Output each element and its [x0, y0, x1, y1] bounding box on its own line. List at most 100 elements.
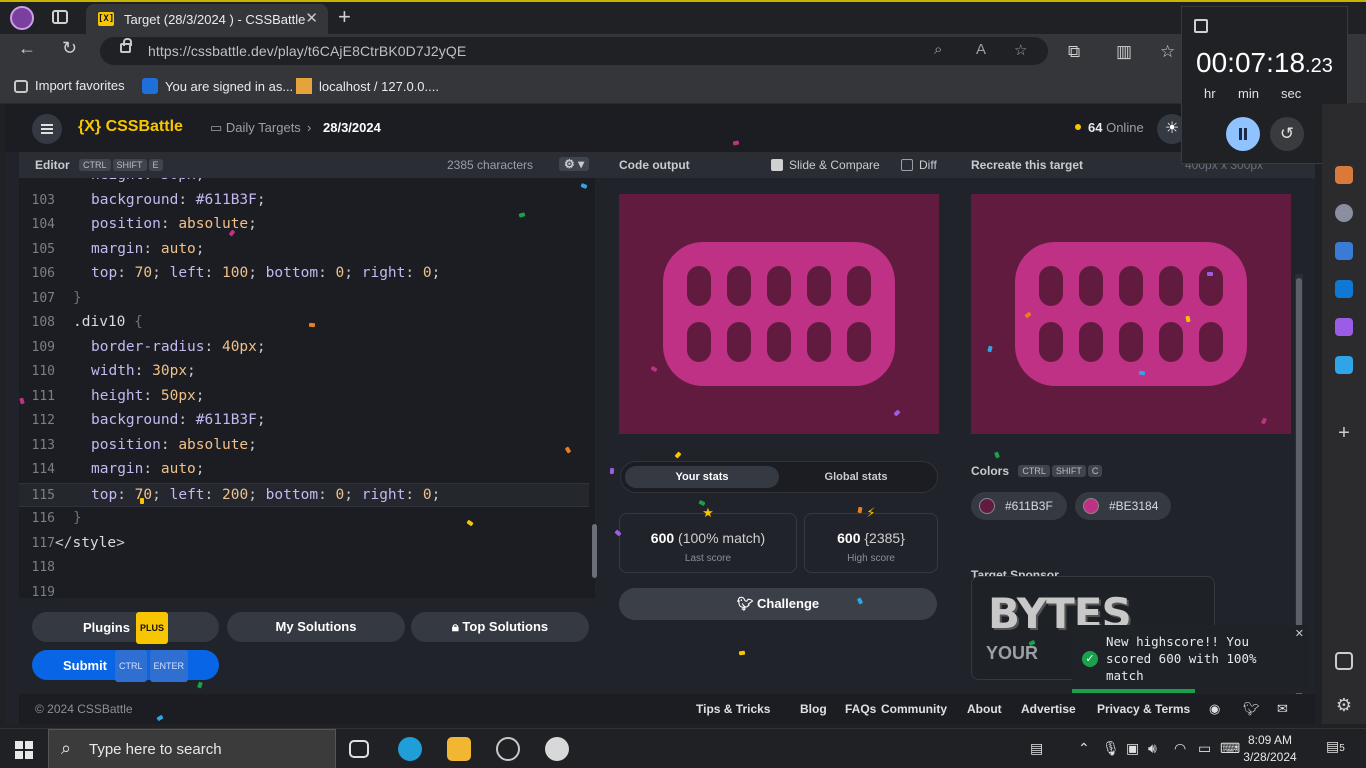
back-icon[interactable]: ←: [18, 38, 36, 59]
expand-icon[interactable]: [1194, 19, 1208, 33]
add-icon[interactable]: +: [1335, 423, 1353, 443]
microphone-icon[interactable]: 🎙︎: [1102, 740, 1120, 757]
slide-compare-toggle[interactable]: Slide & Compare: [771, 158, 880, 172]
code-line[interactable]: 110 width: 30px;: [19, 360, 589, 384]
profile-avatar[interactable]: [10, 6, 34, 30]
close-icon[interactable]: ✕: [1295, 627, 1304, 640]
people-icon[interactable]: [1335, 204, 1353, 222]
favorites-icon[interactable]: ☆: [1160, 42, 1175, 62]
challenge-button[interactable]: 🐦︎ Challenge: [619, 588, 937, 620]
browser-tab-active[interactable]: [X] Target (28/3/2024 ) - CSSBattle ✕: [86, 4, 328, 36]
discord-icon[interactable]: ◉: [1209, 701, 1220, 717]
chevron-up-icon[interactable]: ⌃: [1078, 740, 1090, 757]
wifi-icon[interactable]: ◠: [1174, 740, 1186, 757]
breadcrumb-daily-targets[interactable]: ▭ Daily Targets: [210, 120, 301, 136]
shopping-icon[interactable]: [1335, 166, 1353, 184]
plugins-button[interactable]: Plugins PLUS: [32, 612, 219, 644]
pause-button[interactable]: [1226, 117, 1260, 151]
cssbattle-logo[interactable]: {X} CSSBattle: [78, 118, 183, 136]
notifications-icon[interactable]: ▤5: [1326, 738, 1345, 755]
favorite-star-icon[interactable]: ☆: [1014, 41, 1027, 59]
footer-link-blog[interactable]: Blog: [800, 702, 827, 716]
code-line[interactable]: 114 margin: auto;: [19, 458, 589, 482]
url-text[interactable]: https://cssbattle.dev/play/t6CAjE8CtrBK0…: [148, 43, 466, 59]
code-line[interactable]: 107}: [19, 287, 589, 311]
code-line[interactable]: 105 margin: auto;: [19, 238, 589, 262]
battery-icon[interactable]: ▭: [1198, 740, 1211, 757]
outlook-icon[interactable]: [1335, 280, 1353, 298]
twitter-icon[interactable]: 🐦︎: [1243, 701, 1260, 717]
taskbar-search[interactable]: ⌕ Type here to search: [48, 729, 336, 768]
my-solutions-button[interactable]: My Solutions: [227, 612, 405, 642]
recorder-icon[interactable]: [496, 737, 520, 761]
menu-button[interactable]: [32, 114, 62, 144]
editor-settings-icon[interactable]: ⚙ ▾: [559, 157, 590, 171]
taskbar-clock[interactable]: 8:09 AM 3/28/2024: [1236, 732, 1304, 766]
footer-link-community[interactable]: Community: [881, 702, 947, 716]
editor-scrollbar[interactable]: [592, 524, 597, 578]
settings-icon[interactable]: ⚙: [1335, 696, 1353, 714]
footer-link-faqs[interactable]: FAQs: [845, 702, 876, 716]
favorite-signed-in[interactable]: You are signed in as...: [142, 78, 293, 94]
code-line[interactable]: 108 .div10 {: [19, 311, 589, 335]
designer-icon[interactable]: [1335, 318, 1353, 336]
favorite-import[interactable]: Import favorites: [14, 78, 125, 93]
read-aloud-icon[interactable]: A: [976, 41, 986, 58]
code-line[interactable]: 117 </style>: [19, 532, 589, 556]
windows-start-icon[interactable]: [15, 741, 33, 759]
code-line[interactable]: 104 position: absolute;: [19, 213, 589, 237]
color-swatch-dark[interactable]: #611B3F: [971, 492, 1067, 520]
copilot-icon[interactable]: [1335, 242, 1353, 260]
close-tab-icon[interactable]: ✕: [305, 9, 318, 27]
volume-icon[interactable]: 🔊︎: [1148, 740, 1157, 757]
code-line[interactable]: 103 background: #611B3F;: [19, 189, 589, 213]
footer-link-privacy[interactable]: Privacy & Terms: [1097, 702, 1190, 716]
code-line[interactable]: height: 50px;: [19, 178, 589, 188]
code-editor[interactable]: height: 50px; 103 background: #611B3F; 104 p…: [19, 178, 595, 598]
extensions-icon[interactable]: ⧉: [1068, 42, 1080, 62]
reset-icon[interactable]: ↺: [1270, 117, 1304, 151]
code-line[interactable]: 118: [19, 556, 589, 580]
checkbox-checked-icon[interactable]: [771, 159, 783, 171]
code-text: </style>: [55, 535, 125, 551]
footer-link-tips[interactable]: Tips & Tricks: [696, 702, 770, 716]
checkbox-icon[interactable]: [901, 159, 913, 171]
mail-icon[interactable]: ✉: [1277, 701, 1288, 717]
favorite-localhost[interactable]: localhost / 127.0.0....: [296, 78, 439, 94]
zoom-icon[interactable]: ⌕: [934, 41, 942, 58]
color-swatch-pink[interactable]: #BE3184: [1075, 492, 1171, 520]
task-view-icon[interactable]: [349, 740, 369, 758]
camera-icon[interactable]: ▣: [1126, 740, 1139, 757]
screenshot-icon[interactable]: [1335, 652, 1353, 670]
tab-global-stats[interactable]: Global stats: [779, 466, 933, 488]
clock-app-icon[interactable]: [545, 737, 569, 761]
code-line[interactable]: 112 background: #611B3F;: [19, 409, 589, 433]
footer-link-about[interactable]: About: [967, 702, 1002, 716]
edge-icon[interactable]: [398, 737, 422, 761]
submit-button[interactable]: Submit CTRL ENTER: [32, 650, 219, 682]
code-line[interactable]: 115 top: 70; left: 200; bottom: 0; right:…: [19, 482, 589, 507]
code-line[interactable]: 106 top: 70; left: 100; bottom: 0; right:…: [19, 262, 589, 286]
top-solutions-button[interactable]: 🔒︎ Top Solutions: [411, 612, 589, 642]
code-line[interactable]: 116}: [19, 507, 589, 531]
footer-link-advertise[interactable]: Advertise: [1021, 702, 1076, 716]
keyboard-layout-icon[interactable]: ▤: [1030, 740, 1043, 757]
diff-toggle[interactable]: Diff: [901, 158, 937, 172]
new-tab-icon[interactable]: +: [338, 4, 351, 30]
code-line[interactable]: 119: [19, 581, 589, 599]
code-line[interactable]: 109 border-radius: 40px;: [19, 336, 589, 360]
tab-your-stats[interactable]: Your stats: [625, 466, 779, 488]
refresh-icon[interactable]: ↻: [62, 38, 77, 59]
tab-actions-icon[interactable]: [52, 10, 68, 24]
split-screen-icon[interactable]: ▥: [1116, 42, 1132, 62]
code-line[interactable]: 113 position: absolute;: [19, 434, 589, 458]
code-line[interactable]: 111 height: 50px;: [19, 385, 589, 409]
lock-icon[interactable]: [120, 38, 132, 53]
address-bar[interactable]: https://cssbattle.dev/play/t6CAjE8CtrBK0…: [100, 37, 1048, 65]
code-token: 0: [422, 486, 432, 503]
output-preview[interactable]: [619, 194, 939, 434]
confetti-particle: [1138, 370, 1146, 376]
file-explorer-icon[interactable]: [447, 737, 471, 761]
drop-icon[interactable]: [1335, 356, 1353, 374]
target-preview[interactable]: [971, 194, 1291, 434]
